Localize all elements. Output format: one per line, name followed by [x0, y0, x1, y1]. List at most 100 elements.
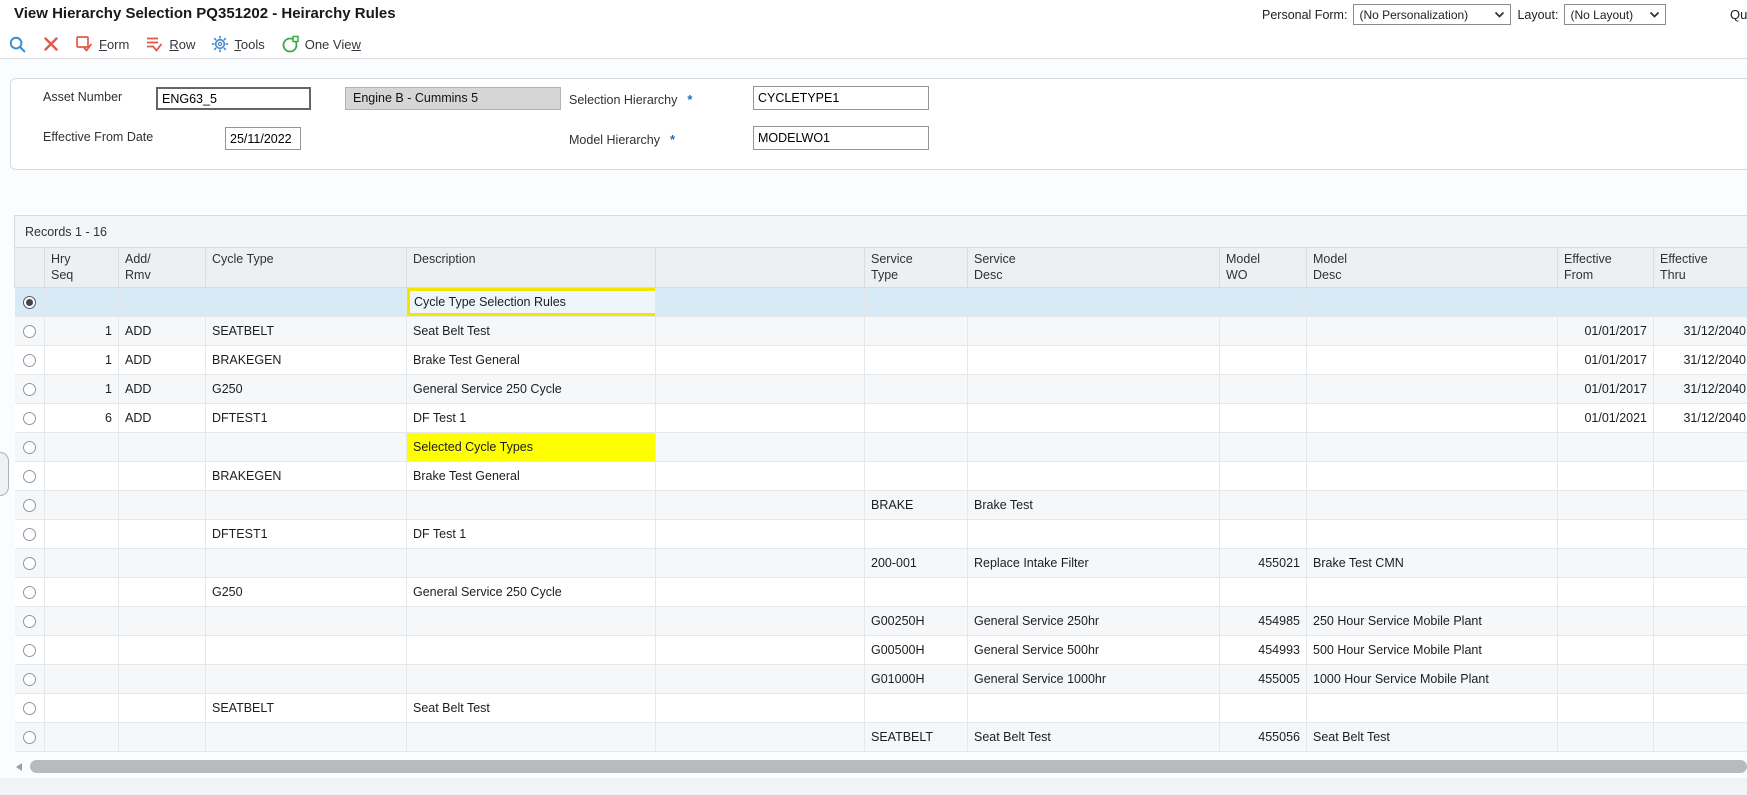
table-row[interactable]: 1ADDBRAKEGENBrake Test General01/01/2017… [15, 345, 1747, 374]
cell-svc_desc [968, 693, 1220, 722]
table-row[interactable]: SEATBELTSeat Belt Test455056Seat Belt Te… [15, 722, 1747, 751]
column-header-cycle[interactable]: Cycle Type [206, 248, 407, 288]
column-header-svc_type[interactable]: ServiceType [865, 248, 968, 288]
cell-blank [656, 664, 865, 693]
table-row[interactable]: 1ADDSEATBELTSeat Belt Test01/01/201731/1… [15, 316, 1747, 345]
cell-eff_from [1558, 432, 1654, 461]
cell-svc_type [865, 519, 968, 548]
cell-model_desc: 1000 Hour Service Mobile Plant [1307, 664, 1558, 693]
row-radio[interactable] [23, 383, 36, 396]
row-radio[interactable] [23, 441, 36, 454]
cell-hry [45, 635, 119, 664]
row-radio[interactable] [23, 499, 36, 512]
cell-model_desc: Brake Test CMN [1307, 548, 1558, 577]
table-row[interactable]: BRAKEBrake Test [15, 490, 1747, 519]
scroll-left-arrow-icon[interactable] [16, 763, 22, 771]
focused-cell-highlight: Cycle Type Selection Rules [407, 288, 656, 316]
cell-eff_from [1558, 461, 1654, 490]
table-row[interactable]: SEATBELTSeat Belt Test [15, 693, 1747, 722]
cell-model_wo [1220, 374, 1307, 403]
table-row[interactable]: 6ADDDFTEST1DF Test 101/01/202131/12/2040 [15, 403, 1747, 432]
cell-eff_thru [1654, 548, 1747, 577]
table-row[interactable]: G250General Service 250 Cycle [15, 577, 1747, 606]
row-menu-icon [145, 35, 164, 53]
tools-menu-button[interactable]: Tools [211, 35, 264, 53]
asset-description-field: Engine B - Cummins 5 [345, 87, 561, 110]
cell-addrmv: ADD [119, 374, 206, 403]
table-row[interactable]: BRAKEGENBrake Test General [15, 461, 1747, 490]
row-radio[interactable] [23, 470, 36, 483]
cell-svc_desc [968, 403, 1220, 432]
cell-svc_desc: General Service 500hr [968, 635, 1220, 664]
column-header-svc_desc[interactable]: ServiceDesc [968, 248, 1220, 288]
row-menu-label: Row [169, 37, 195, 52]
row-radio[interactable] [23, 296, 36, 309]
row-menu-button[interactable]: Row [145, 35, 195, 53]
row-radio[interactable] [23, 557, 36, 570]
table-row[interactable]: G01000HGeneral Service 1000hr4550051000 … [15, 664, 1747, 693]
row-select-cell [15, 287, 45, 316]
cell-desc: Cycle Type Selection Rules [407, 287, 656, 316]
cell-svc_type: SEATBELT [865, 722, 968, 751]
row-radio[interactable] [23, 325, 36, 338]
table-row[interactable]: Cycle Type Selection Rules [15, 287, 1747, 316]
column-header-eff_from[interactable]: EffectiveFrom [1558, 248, 1654, 288]
effective-from-date-input[interactable] [225, 127, 301, 150]
table-row[interactable]: DFTEST1DF Test 1 [15, 519, 1747, 548]
cell-blank [656, 606, 865, 635]
column-header-model_wo[interactable]: ModelWO [1220, 248, 1307, 288]
scrollbar-thumb[interactable] [30, 760, 1747, 773]
cell-blank [656, 548, 865, 577]
table-row[interactable]: 1ADDG250General Service 250 Cycle01/01/2… [15, 374, 1747, 403]
cell-hry [45, 287, 119, 316]
row-radio[interactable] [23, 412, 36, 425]
cell-eff_from [1558, 664, 1654, 693]
selection-hierarchy-input[interactable] [753, 86, 929, 110]
horizontal-scrollbar[interactable] [14, 760, 1747, 774]
effective-from-date-label: Effective From Date [43, 130, 153, 144]
table-row[interactable]: G00250HGeneral Service 250hr454985250 Ho… [15, 606, 1747, 635]
column-header-hry[interactable]: HrySeq [45, 248, 119, 288]
toolbar: Form Row Tools One View [0, 30, 1747, 59]
personal-form-select[interactable]: (No Personalization) [1353, 4, 1511, 25]
model-hierarchy-input[interactable] [753, 126, 929, 150]
column-header-addrmv[interactable]: Add/Rmv [119, 248, 206, 288]
panel-splitter-handle[interactable] [0, 452, 9, 496]
table-row[interactable]: G00500HGeneral Service 500hr454993500 Ho… [15, 635, 1747, 664]
grid-header-row: HrySeqAdd/RmvCycle TypeDescription Servic… [15, 248, 1747, 288]
row-select-cell [15, 606, 45, 635]
row-radio[interactable] [23, 586, 36, 599]
cell-eff_thru: 31/12/2040 [1654, 374, 1747, 403]
column-header-eff_thru[interactable]: EffectiveThru [1654, 248, 1747, 288]
table-row[interactable]: 200-001Replace Intake Filter455021Brake … [15, 548, 1747, 577]
cell-eff_from: 01/01/2017 [1558, 374, 1654, 403]
layout-select[interactable]: (No Layout) [1564, 4, 1666, 25]
row-radio[interactable] [23, 644, 36, 657]
column-header-desc[interactable]: Description [407, 248, 656, 288]
cell-hry [45, 722, 119, 751]
column-header-model_desc[interactable]: ModelDesc [1307, 248, 1558, 288]
row-radio[interactable] [23, 702, 36, 715]
cell-svc_type: G00500H [865, 635, 968, 664]
row-radio[interactable] [23, 354, 36, 367]
column-header-blank[interactable] [656, 248, 865, 288]
cell-eff_thru [1654, 664, 1747, 693]
row-radio[interactable] [23, 528, 36, 541]
one-view-button[interactable]: One View [281, 35, 361, 54]
row-radio[interactable] [23, 615, 36, 628]
cell-eff_from [1558, 548, 1654, 577]
cell-blank [656, 519, 865, 548]
hierarchy-rules-grid: Records 1 - 16 HrySeqAdd/RmvCycle TypeDe… [14, 215, 1747, 752]
cell-addrmv [119, 693, 206, 722]
find-button[interactable] [8, 35, 27, 54]
asset-number-input[interactable] [156, 87, 311, 110]
row-radio[interactable] [23, 731, 36, 744]
row-select-cell [15, 664, 45, 693]
cell-svc_type: 200-001 [865, 548, 968, 577]
cell-model_desc [1307, 403, 1558, 432]
row-radio[interactable] [23, 673, 36, 686]
cell-model_desc [1307, 461, 1558, 490]
form-menu-button[interactable]: Form [75, 35, 129, 53]
table-row[interactable]: Selected Cycle Types [15, 432, 1747, 461]
close-button[interactable] [43, 36, 59, 52]
